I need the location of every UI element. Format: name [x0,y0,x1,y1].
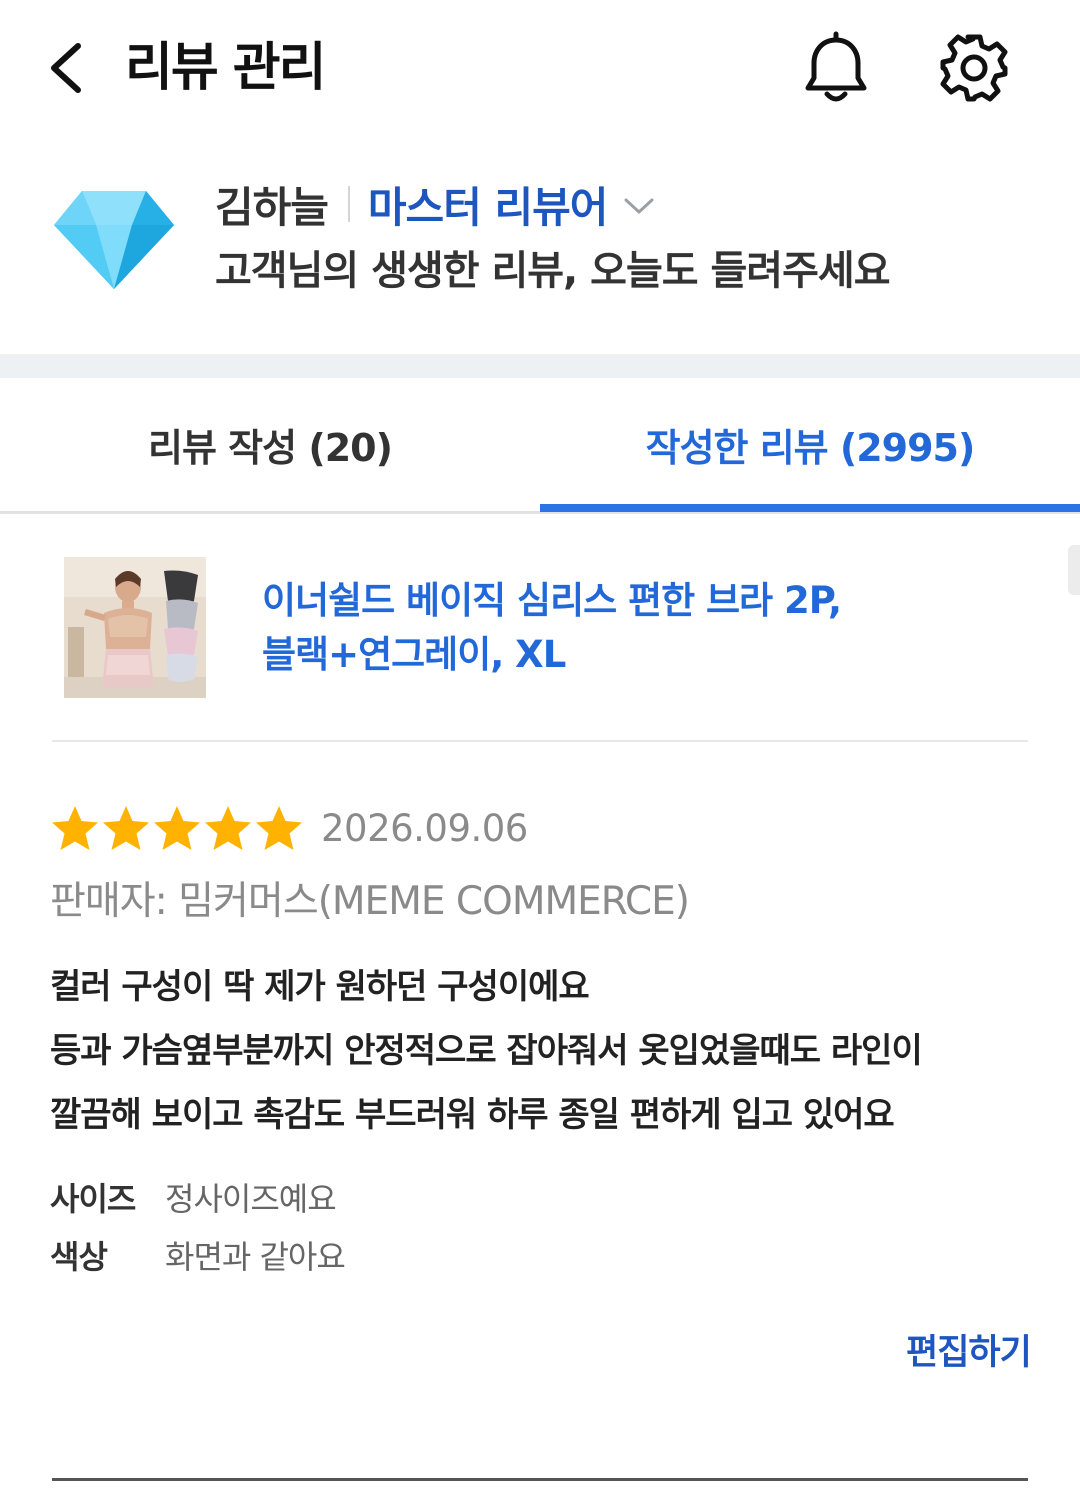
gear-icon [940,34,1008,102]
scrollbar[interactable] [1068,545,1080,595]
profile-name-row: 김하늘 마스터 리뷰어 [215,174,655,234]
star-icon [103,806,149,850]
review-tabs: 리뷰 작성 (20) 작성한 리뷰 (2995) [0,378,1080,514]
product-image [64,557,206,698]
product-name-line: 블랙+연그레이, XL [262,633,566,676]
star-icon [205,806,251,850]
review-attribute-color: 색상 화면과 같아요 [50,1230,346,1280]
tab-written-reviews[interactable]: 작성한 리뷰 (2995) [540,378,1080,511]
review-body: 컬러 구성이 딱 제가 원하던 구성이에요 등과 가슴옆부분까지 안정적으로 잡… [50,955,1040,1147]
review-date: 2026.09.06 [321,806,528,850]
reviewer-grade[interactable]: 마스터 리뷰어 [368,174,608,235]
product-thumbnail[interactable] [64,557,206,698]
attribute-key: 색상 [50,1238,108,1276]
profile-slogan: 고객님의 생생한 리뷰, 오늘도 들려주세요 [215,248,890,294]
seller-name: 판매자: 밈커머스(MEME COMMERCE) [50,879,690,924]
chevron-down-icon[interactable] [623,196,655,216]
bell-icon [805,31,867,102]
tab-write-review[interactable]: 리뷰 작성 (20) [0,378,540,511]
app-header: 리뷰 관리 [0,0,1080,140]
star-icon [256,806,302,850]
product-name-line: 이너쉴드 베이직 심리스 편한 브라 2P, [262,579,842,622]
star-rating [50,804,305,852]
notification-button[interactable] [800,30,872,106]
back-button[interactable] [40,36,100,100]
diamond-icon [54,191,174,289]
review-body-line: 컬러 구성이 딱 제가 원하던 구성이에요 [50,967,590,1007]
reviewer-name: 김하늘 [215,182,329,232]
review-body-line: 등과 가슴옆부분까지 안정적으로 잡아줘서 옷입었을때도 라인이 [50,1031,923,1071]
star-icon [52,806,98,850]
reviewer-profile: 김하늘 마스터 리뷰어 고객님의 생생한 리뷰, 오늘도 들려주세요 [0,160,1080,350]
review-attribute-size: 사이즈 정사이즈예요 [50,1172,337,1222]
attribute-value: 화면과 같아요 [165,1238,346,1276]
edit-review-button[interactable]: 편집하기 [906,1324,1032,1375]
settings-button[interactable] [936,30,1012,106]
page-title: 리뷰 관리 [125,38,326,98]
rating-row: 2026.09.06 [50,800,528,856]
product-name[interactable]: 이너쉴드 베이직 심리스 편한 브라 2P, 블랙+연그레이, XL [262,574,1022,682]
attribute-key: 사이즈 [50,1180,136,1218]
review-body-line: 깔끔해 보이고 촉감도 부드러워 하루 종일 편하게 입고 있어요 [50,1095,895,1135]
divider [52,740,1028,742]
star-icon [154,806,200,850]
bottom-divider [52,1478,1028,1481]
name-separator [347,186,350,222]
section-divider [0,354,1080,378]
attribute-value: 정사이즈예요 [165,1180,337,1218]
active-tab-indicator [540,504,1080,512]
chevron-left-icon [51,43,81,93]
